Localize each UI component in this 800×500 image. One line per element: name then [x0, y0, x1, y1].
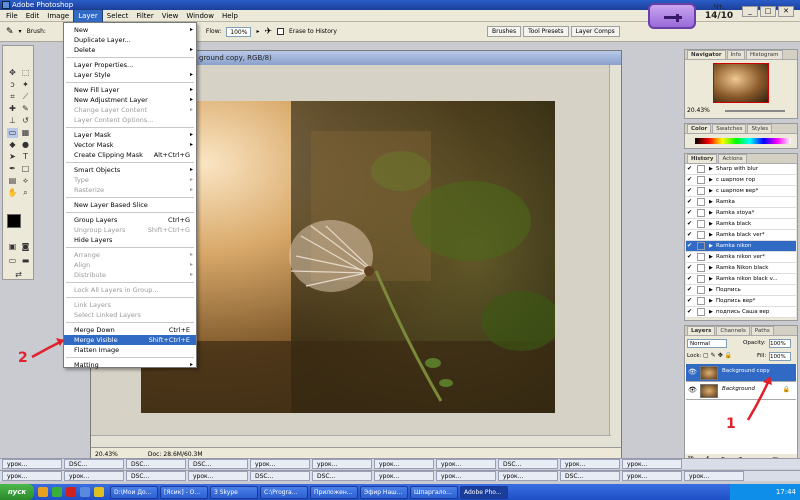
annotation-number-2: 2 — [18, 350, 28, 366]
annotation-arrow-1 — [746, 377, 772, 421]
annotation-number-1: 1 — [726, 416, 736, 432]
annotation-overlay — [31, 338, 772, 421]
